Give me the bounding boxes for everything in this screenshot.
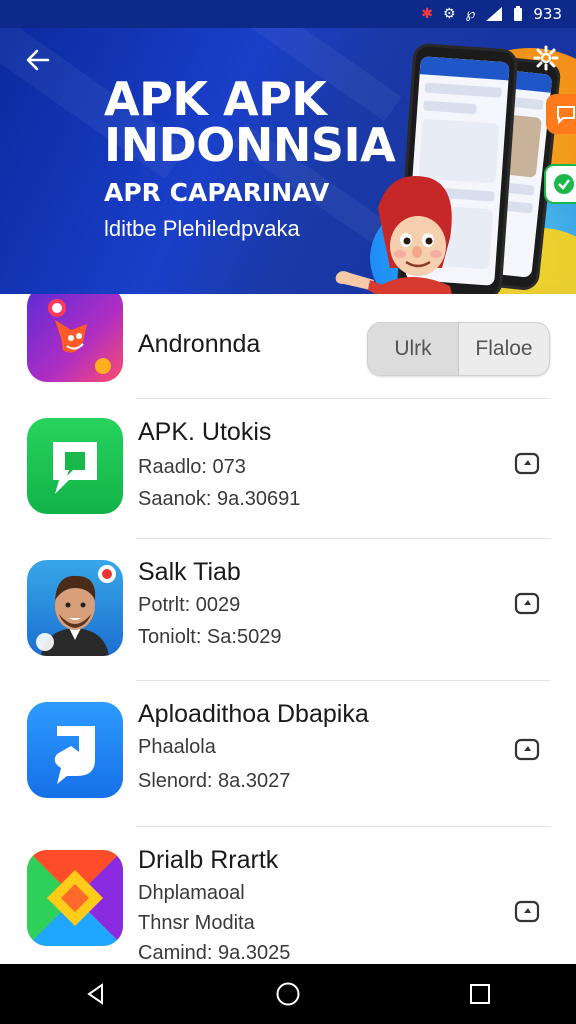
download-button[interactable] — [510, 446, 544, 480]
list-item[interactable]: Aploadithoa Dbapika Phaalola Slenord: 8a… — [0, 680, 576, 826]
settings-button[interactable] — [530, 42, 562, 74]
banner-subtitle: APR CAPARINAV — [104, 178, 330, 207]
list-item[interactable]: APK. Utokis Raadlo: 073 Saanok: 9a.30691 — [0, 398, 576, 538]
app-meta-line1: Dhplamaoal — [138, 882, 245, 904]
app-meta-line1: Potrlt: 0029 — [138, 594, 241, 616]
banner-title: APK APK INDONNSIA — [104, 72, 396, 172]
gear-icon — [533, 45, 559, 71]
geometric-logo-icon — [27, 850, 123, 946]
nav-recents-button[interactable] — [450, 964, 510, 1024]
arrow-left-icon — [26, 49, 50, 71]
home-icon — [276, 982, 300, 1006]
download-icon — [514, 900, 540, 923]
mascot-character-illustration — [335, 176, 452, 294]
segment-left-button[interactable]: Ulrk — [368, 323, 459, 375]
header-app-name: Andronnda — [138, 330, 261, 358]
app-list: Andronnda Ulrk Flaloe APK. Utokis Raadlo… — [0, 294, 576, 964]
app-meta-line2: Toniolt: Sa:5029 — [138, 626, 282, 648]
message-badge-icon — [546, 94, 576, 134]
promo-banner: APK APK INDONNSIA APR CAPARINAV lditbe P… — [0, 28, 576, 294]
list-item[interactable]: Drialb Rrartk Dhplamaoal Thnsr Modita Ca… — [0, 826, 576, 964]
download-icon — [514, 592, 540, 615]
back-button[interactable] — [20, 42, 56, 78]
app-meta-line1: Raadlo: 073 — [138, 456, 246, 478]
banner-tagline: lditbe Plehiledpvaka — [104, 216, 300, 241]
fox-app-icon — [27, 294, 123, 382]
app-name: Aploadithoa Dbapika — [138, 700, 369, 728]
app-name: APK. Utokis — [138, 418, 272, 446]
battery-text: 933 — [533, 5, 562, 23]
app-meta-line2: Thnsr Modita — [138, 912, 255, 934]
system-nav-bar — [0, 964, 576, 1024]
check-badge-icon — [544, 164, 576, 204]
signal-icon — [486, 7, 503, 21]
battery-icon — [514, 6, 523, 21]
download-icon — [514, 738, 540, 761]
nav-back-button[interactable] — [66, 964, 126, 1024]
app-meta-line2: Saanok: 9a.30691 — [138, 488, 301, 510]
chat-bubble-icon — [27, 418, 123, 514]
app-meta-line3: Camind: 9a.3025 — [138, 942, 291, 964]
notification-alert-icon: ✱ — [421, 6, 434, 22]
segmented-control: Ulrk Flaloe — [367, 322, 550, 376]
back-icon — [87, 983, 103, 1005]
download-button[interactable] — [510, 894, 544, 928]
settings-sync-icon: ⚙ — [443, 6, 456, 22]
download-button[interactable] — [510, 732, 544, 766]
list-header-item[interactable]: Andronnda Ulrk Flaloe — [0, 294, 576, 398]
app-name: Drialb Rrartk — [138, 846, 279, 874]
loop-icon: ℘ — [465, 6, 476, 22]
segment-right-button[interactable]: Flaloe — [459, 323, 549, 375]
app-meta-line2: Slenord: 8a.3027 — [138, 770, 291, 792]
app-meta-line1: Phaalola — [138, 736, 216, 758]
recents-icon — [470, 984, 490, 1004]
download-icon — [514, 452, 540, 475]
share-arrow-icon — [27, 702, 123, 798]
download-button[interactable] — [510, 586, 544, 620]
app-name: Salk Tiab — [138, 558, 241, 586]
avatar-icon — [27, 560, 123, 656]
list-item[interactable]: Salk Tiab Potrlt: 0029 Toniolt: Sa:5029 — [0, 538, 576, 678]
nav-home-button[interactable] — [258, 964, 318, 1024]
status-bar: ✱ ⚙ ℘ 933 — [0, 0, 576, 28]
